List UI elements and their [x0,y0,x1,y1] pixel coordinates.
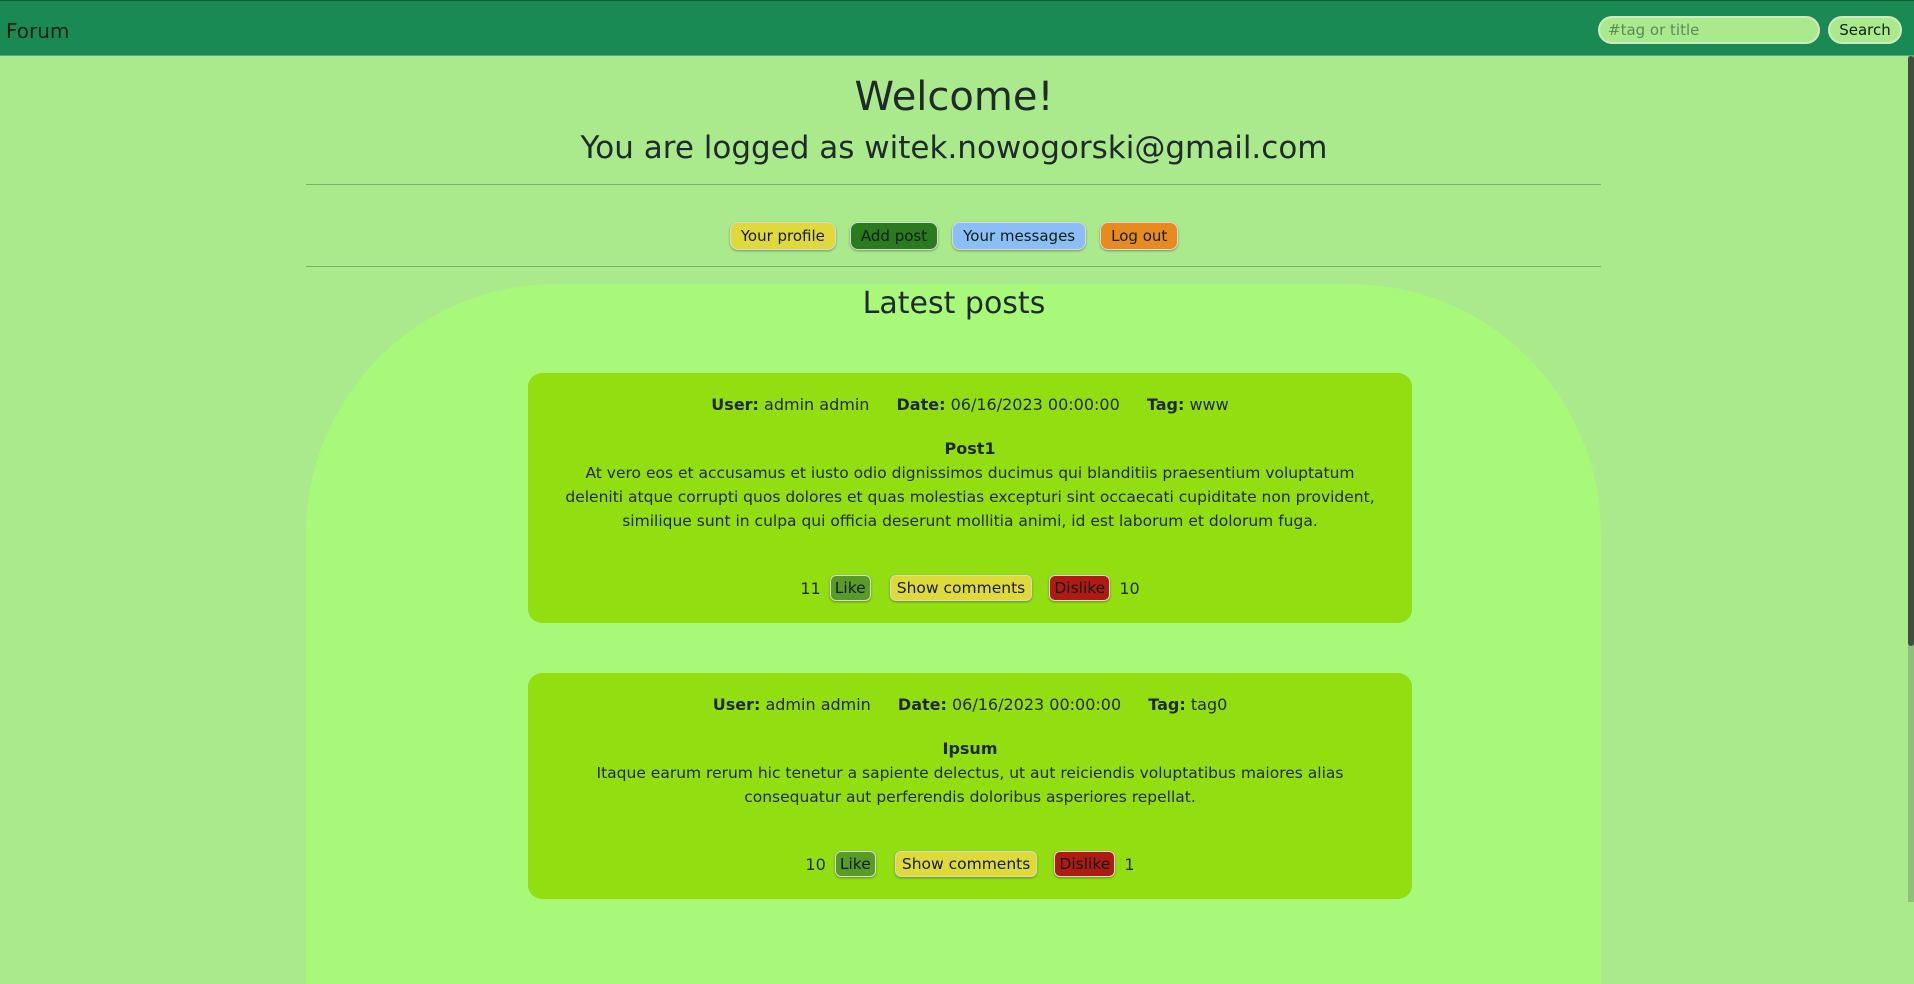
user-label: User: [711,395,759,414]
dislike-button[interactable]: Dislike [1049,575,1111,601]
post-actions: 11 Like Show comments Dislike 10 [528,575,1412,601]
search-input[interactable] [1598,16,1820,44]
tag-label: Tag: [1148,695,1186,714]
dislike-count: 10 [1119,578,1140,598]
scrollbar-thumb[interactable] [1908,56,1914,646]
dislike-button[interactable]: Dislike [1054,851,1116,877]
post-body: At vero eos et accusamus et iusto odio d… [565,464,1375,530]
dislike-count: 1 [1124,854,1135,874]
post-user: admin admin [764,395,870,414]
like-count: 11 [800,578,821,598]
like-button[interactable]: Like [829,575,871,601]
brand-link[interactable]: Forum [6,19,69,43]
date-label: Date: [896,395,946,414]
date-label: Date: [897,695,947,714]
like-count: 10 [805,854,826,874]
post-actions: 10 Like Show comments Dislike 1 [528,851,1412,877]
divider [306,266,1601,267]
post-tag: www [1189,395,1229,414]
post-meta: User: admin admin Date: 06/16/2023 00:00… [528,395,1412,414]
show-comments-button[interactable]: Show comments [889,575,1033,601]
post-card: User: admin admin Date: 06/16/2023 00:00… [528,673,1412,899]
your-profile-button[interactable]: Your profile [729,222,836,250]
log-out-button[interactable]: Log out [1100,222,1179,250]
search-button[interactable]: Search [1828,16,1902,44]
welcome-heading: Welcome! [854,74,1054,120]
post-user: admin admin [765,695,871,714]
show-comments-button[interactable]: Show comments [894,851,1038,877]
user-actions: Your profile Add post Your messages Log … [0,222,1908,250]
like-button[interactable]: Like [834,851,876,877]
post-title: Ipsum [942,739,998,758]
post-date: 06/16/2023 00:00:00 [950,395,1120,414]
post-card: User: admin admin Date: 06/16/2023 00:00… [528,373,1412,623]
post-title: Post1 [944,439,996,458]
post-tag: tag0 [1190,695,1228,714]
post-body: Itaque earum rerum hic tenetur a sapient… [596,764,1344,806]
post-meta: User: admin admin Date: 06/16/2023 00:00… [528,695,1412,714]
add-post-button[interactable]: Add post [849,222,939,250]
user-label: User: [712,695,761,714]
divider [306,184,1601,185]
latest-posts-heading: Latest posts [862,286,1046,321]
top-navbar: Forum Search [0,0,1914,56]
logged-as-text: You are logged as witek.nowogorski@gmail… [580,130,1328,166]
tag-label: Tag: [1146,395,1185,414]
post-date: 06/16/2023 00:00:00 [952,695,1122,714]
your-messages-button[interactable]: Your messages [952,222,1087,250]
